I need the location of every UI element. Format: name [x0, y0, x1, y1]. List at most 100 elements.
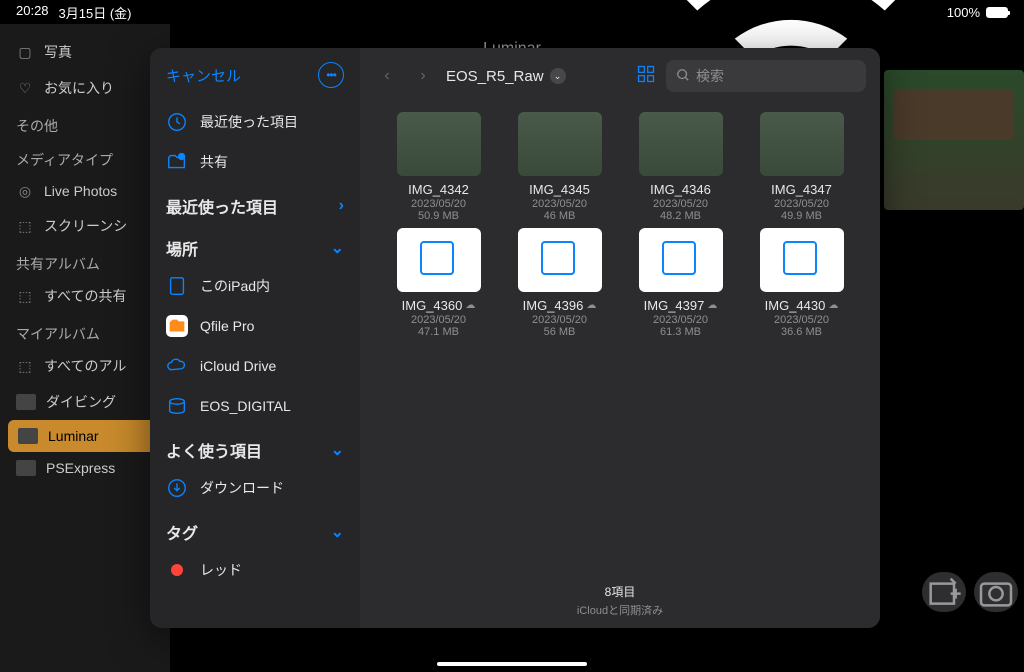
thumb-icon: [16, 460, 36, 476]
cloud-icon: ☁︎: [828, 300, 838, 311]
sidebar-shared-all[interactable]: ⬚すべての共有: [0, 278, 170, 314]
chevron-down-icon: ⌄: [331, 238, 344, 258]
screenshot-icon: ⬚: [16, 217, 34, 235]
camera-button[interactable]: [974, 572, 1018, 612]
picker-sidebar: キャンセル ••• 最近使った項目 共有 最近使った項目 › 場所 ⌄ このiP…: [150, 48, 360, 628]
picker-recent[interactable]: 最近使った項目: [150, 102, 360, 142]
tag-red-icon: [166, 559, 188, 581]
sidebar-screenshots[interactable]: ⬚スクリーンシ: [0, 208, 170, 244]
picker-qfile[interactable]: Qfile Pro: [150, 306, 360, 346]
ipad-icon: [166, 275, 188, 297]
chevron-right-icon: ›: [339, 197, 344, 215]
file-name: IMG_4397☁︎: [644, 298, 718, 313]
shared-icon: ⬚: [16, 287, 34, 305]
heart-icon: ♡: [16, 79, 34, 97]
picker-main: ‹ › EOS_R5_Raw ⌄ 検索 IMG_43422023/05/2050…: [360, 48, 880, 628]
file-item[interactable]: IMG_4430☁︎2023/05/2036.6 MB: [743, 228, 860, 338]
cloud-icon: ☁︎: [707, 300, 717, 311]
album-icon: ⬚: [16, 357, 34, 375]
thumb-icon: [16, 394, 36, 410]
file-size: 47.1 MB: [418, 326, 459, 338]
file-date: 2023/05/20: [653, 198, 708, 210]
live-icon: ◎: [16, 182, 34, 200]
file-name: IMG_4396☁︎: [523, 298, 597, 313]
picker-shared[interactable]: 共有: [150, 142, 360, 182]
battery-icon: [986, 7, 1008, 18]
picker-recent-header[interactable]: 最近使った項目 ›: [150, 182, 360, 224]
file-doc-icon: [518, 228, 602, 292]
icloud-icon: [166, 355, 188, 377]
file-item[interactable]: IMG_4360☁︎2023/05/2047.1 MB: [380, 228, 497, 338]
file-grid: IMG_43422023/05/2050.9 MBIMG_43452023/05…: [360, 104, 880, 573]
status-date: 3月15日 (金): [59, 3, 132, 22]
picker-tag-red[interactable]: レッド: [150, 550, 360, 590]
sidebar-psexpress[interactable]: PSExpress: [0, 452, 170, 484]
file-item[interactable]: IMG_4397☁︎2023/05/2061.3 MB: [622, 228, 739, 338]
file-date: 2023/05/20: [532, 198, 587, 210]
file-name: IMG_4347: [771, 182, 832, 197]
cancel-button[interactable]: キャンセル: [166, 65, 241, 86]
file-size: 48.2 MB: [660, 210, 701, 222]
sidebar-livephotos[interactable]: ◎Live Photos: [0, 174, 170, 208]
file-size: 56 MB: [544, 326, 576, 338]
search-icon: [676, 68, 690, 85]
sidebar-photos[interactable]: ▢写真: [0, 34, 170, 70]
file-picker: キャンセル ••• 最近使った項目 共有 最近使った項目 › 場所 ⌄ このiP…: [150, 48, 880, 628]
file-item[interactable]: IMG_43452023/05/2046 MB: [501, 112, 618, 222]
download-icon: [166, 477, 188, 499]
file-size: 46 MB: [544, 210, 576, 222]
clock-icon: [166, 111, 188, 133]
home-indicator[interactable]: [437, 662, 587, 666]
path-title[interactable]: EOS_R5_Raw ⌄: [446, 68, 566, 85]
picker-eos[interactable]: EOS_DIGITAL: [150, 386, 360, 426]
file-name: IMG_4346: [650, 182, 711, 197]
file-size: 36.6 MB: [781, 326, 822, 338]
file-date: 2023/05/20: [653, 314, 708, 326]
sidebar-other-header: その他: [0, 106, 170, 140]
file-size: 61.3 MB: [660, 326, 701, 338]
file-name: IMG_4342: [408, 182, 469, 197]
thumb-icon: [18, 428, 38, 444]
file-thumb: [639, 112, 723, 176]
view-grid-button[interactable]: [636, 64, 656, 89]
folder-shared-icon: [166, 151, 188, 173]
picker-fav-header[interactable]: よく使う項目 ⌄: [150, 426, 360, 468]
cloud-icon: ☁︎: [586, 300, 596, 311]
battery-pct: 100%: [947, 5, 980, 20]
picker-tag-header[interactable]: タグ ⌄: [150, 508, 360, 550]
qfile-icon: [166, 315, 188, 337]
item-count: 8項目: [370, 583, 870, 600]
more-button[interactable]: •••: [318, 62, 344, 88]
sidebar-favorites[interactable]: ♡お気に入り: [0, 70, 170, 106]
sidebar-diving[interactable]: ダイビング: [0, 384, 170, 420]
file-thumb: [518, 112, 602, 176]
sidebar-myalbum-header: マイアルバム: [0, 314, 170, 348]
picker-icloud[interactable]: iCloud Drive: [150, 346, 360, 386]
photo-icon: ▢: [16, 43, 34, 61]
sidebar-luminar[interactable]: Luminar: [8, 420, 162, 452]
nav-forward-button[interactable]: ›: [410, 63, 436, 89]
picker-downloads[interactable]: ダウンロード: [150, 468, 360, 508]
file-date: 2023/05/20: [411, 198, 466, 210]
sidebar-allalbums[interactable]: ⬚すべてのアル: [0, 348, 170, 384]
file-item[interactable]: IMG_43472023/05/2049.9 MB: [743, 112, 860, 222]
status-bar: 20:28 3月15日 (金) 100%: [0, 0, 1024, 24]
add-album-button[interactable]: [922, 572, 966, 612]
chevron-down-icon: ⌄: [550, 68, 566, 84]
cloud-icon: ☁︎: [465, 300, 475, 311]
file-date: 2023/05/20: [774, 314, 829, 326]
picker-ipad[interactable]: このiPad内: [150, 266, 360, 306]
search-input[interactable]: 検索: [666, 60, 866, 92]
nav-back-button[interactable]: ‹: [374, 63, 400, 89]
picker-places-header[interactable]: 場所 ⌄: [150, 224, 360, 266]
file-name: IMG_4360☁︎: [402, 298, 476, 313]
file-item[interactable]: IMG_43422023/05/2050.9 MB: [380, 112, 497, 222]
file-name: IMG_4430☁︎: [765, 298, 839, 313]
file-thumb: [760, 112, 844, 176]
bg-toolbar: [922, 572, 1018, 612]
file-item[interactable]: IMG_4396☁︎2023/05/2056 MB: [501, 228, 618, 338]
file-thumb: [397, 112, 481, 176]
file-item[interactable]: IMG_43462023/05/2048.2 MB: [622, 112, 739, 222]
sync-status: iCloudと同期済み: [370, 602, 870, 618]
picker-footer: 8項目 iCloudと同期済み: [360, 573, 880, 628]
